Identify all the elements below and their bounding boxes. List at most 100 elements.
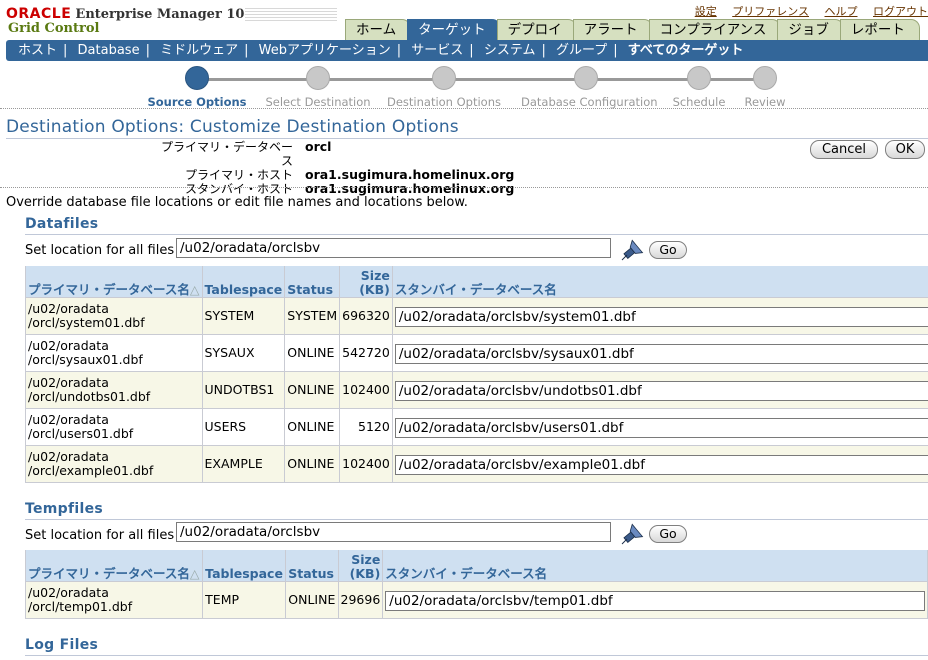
- wizard-train: Source Options Select Destination Destin…: [0, 66, 928, 109]
- preferences-link[interactable]: プリファレンス: [732, 5, 809, 18]
- info-value: orcl: [305, 139, 332, 154]
- column-header-tablespace: Tablespace: [202, 550, 287, 582]
- standby-path-cell: /u02/oradata/orclsbv/system01.dbf: [391, 296, 928, 335]
- status-cell: ONLINE: [285, 580, 339, 619]
- tablespace-cell: SYSTEM: [201, 296, 286, 335]
- train-step-label: Select Destination: [265, 95, 371, 109]
- tab-reports[interactable]: レポート: [839, 19, 920, 40]
- size-cell: 102400: [339, 444, 393, 483]
- info-label: プライマリ・データベース: [160, 140, 293, 168]
- subnav-middleware[interactable]: ミドルウェア: [160, 43, 238, 58]
- train-step-label: Database Configuration: [521, 95, 658, 109]
- train-step-dot: [432, 66, 456, 90]
- primary-file-path: /u02/oradata/orcl/sysaux01.dbf: [25, 333, 203, 372]
- info-value: ora1.sugimura.homelinux.org: [305, 167, 515, 182]
- status-cell: ONLINE: [284, 444, 341, 483]
- tab-jobs[interactable]: ジョブ: [777, 19, 844, 40]
- primary-file-path: /u02/oradata/orcl/system01.dbf: [25, 296, 203, 335]
- subnav-systems[interactable]: システム: [484, 43, 536, 58]
- table-row: /u02/oradata/orcl/system01.dbf SYSTEM SY…: [25, 296, 928, 335]
- settings-link[interactable]: 設定: [695, 5, 717, 18]
- section-underline: [25, 234, 928, 235]
- flashlight-search-icon[interactable]: [620, 239, 644, 263]
- subnav-services[interactable]: サービス: [411, 43, 463, 58]
- standby-path-input[interactable]: /u02/oradata/orclsbv/sysaux01.dbf: [394, 343, 928, 364]
- train-step-dot: [306, 66, 330, 90]
- tempfiles-heading: Tempfiles: [25, 501, 104, 517]
- datafiles-table: プライマリ・データベース名△ Tablespace Status Size (KB…: [25, 266, 928, 483]
- primary-file-path: /u02/oradata/orcl/example01.dbf: [25, 444, 203, 483]
- table-row: /u02/oradata/orcl/sysaux01.dbf SYSAUX ON…: [25, 333, 928, 372]
- column-header-status: Status: [285, 550, 339, 582]
- status-cell: ONLINE: [284, 333, 341, 372]
- column-header-primary-name[interactable]: プライマリ・データベース名△: [24, 550, 204, 582]
- main-tabs: ホーム ターゲット デプロイ アラート コンプライアンス ジョブ レポート: [345, 19, 920, 40]
- table-row: /u02/oradata/orcl/temp01.dbf TEMP ONLINE…: [24, 580, 928, 619]
- subnav-database[interactable]: Database: [78, 43, 140, 58]
- size-cell: 5120: [339, 407, 393, 446]
- subnav-all-targets[interactable]: すべてのターゲット: [628, 43, 744, 58]
- column-header-primary-name[interactable]: プライマリ・データベース名△: [25, 266, 203, 298]
- standby-path-input[interactable]: /u02/oradata/orclsbv/temp01.dbf: [385, 590, 926, 611]
- train-step-label: Source Options: [147, 95, 247, 109]
- global-links: 設定 プリファレンス ヘルプ ログアウト: [683, 3, 928, 19]
- standby-path-input[interactable]: /u02/oradata/orclsbv/example01.dbf: [394, 454, 928, 475]
- tempfiles-go-button[interactable]: Go: [649, 525, 687, 543]
- cancel-button[interactable]: Cancel: [810, 140, 878, 159]
- train-step-review: Review: [700, 66, 830, 109]
- subnav-groups[interactable]: グループ: [556, 43, 607, 58]
- subnav-web-applications[interactable]: Webアプリケーション: [259, 43, 391, 58]
- datafiles-heading: Datafiles: [25, 216, 99, 232]
- table-row: /u02/oradata/orcl/example01.dbf EXAMPLE …: [25, 444, 928, 483]
- standby-path-input[interactable]: /u02/oradata/orclsbv/users01.dbf: [394, 417, 928, 438]
- tablespace-cell: TEMP: [202, 580, 287, 619]
- info-value: ora1.sugimura.homelinux.org: [305, 181, 515, 196]
- subnav-hosts[interactable]: ホスト: [18, 43, 57, 58]
- size-cell: 102400: [339, 370, 393, 409]
- flashlight-search-icon[interactable]: [620, 523, 644, 547]
- info-label: スタンバイ・ホスト: [184, 182, 293, 196]
- train-step-label: Destination Options: [386, 95, 502, 109]
- size-cell: 542720: [339, 333, 393, 372]
- status-cell: SYSTEM: [284, 296, 341, 335]
- table-row: /u02/oradata/orcl/undotbs01.dbf UNDOTBS1…: [25, 370, 928, 409]
- tablespace-cell: SYSAUX: [201, 333, 286, 372]
- train-step-database-configuration: Database Configuration: [521, 66, 658, 109]
- tab-targets[interactable]: ターゲット: [407, 19, 501, 40]
- help-link[interactable]: ヘルプ: [825, 5, 858, 18]
- tab-compliance[interactable]: コンプライアンス: [648, 19, 782, 40]
- column-header-standby-name: スタンバイ・データベース名: [391, 266, 928, 298]
- ok-button[interactable]: OK: [885, 140, 925, 159]
- datafiles-set-location-label: Set location for all files: [25, 243, 175, 258]
- section-underline: [25, 655, 928, 656]
- datafiles-go-button[interactable]: Go: [649, 241, 687, 259]
- product-name: Enterprise Manager 10g: [75, 7, 254, 22]
- info-row-standby-host: スタンバイ・ホスト ora1.sugimura.homelinux.org: [150, 181, 515, 197]
- logout-link[interactable]: ログアウト: [873, 5, 928, 18]
- column-header-status: Status: [284, 266, 341, 298]
- standby-path-cell: /u02/oradata/orclsbv/temp01.dbf: [382, 580, 928, 619]
- tempfiles-location-input[interactable]: /u02/oradata/orclsbv: [176, 522, 611, 542]
- standby-path-cell: /u02/oradata/orclsbv/users01.dbf: [391, 407, 928, 446]
- standby-path-cell: /u02/oradata/orclsbv/sysaux01.dbf: [391, 333, 928, 372]
- info-row-primary-host: プライマリ・ホスト ora1.sugimura.homelinux.org: [150, 167, 515, 183]
- tab-deploy[interactable]: デプロイ: [496, 19, 577, 40]
- train-step-source-options[interactable]: Source Options: [132, 66, 262, 109]
- train-step-dot: [753, 66, 777, 90]
- title-underline: [6, 138, 928, 139]
- train-step-label: Review: [744, 95, 786, 109]
- tempfiles-set-location-label: Set location for all files: [25, 528, 175, 543]
- tab-alerts[interactable]: アラート: [572, 19, 653, 40]
- column-header-size: Size (KB): [339, 266, 393, 298]
- status-cell: ONLINE: [284, 407, 341, 446]
- brand-name: ORACLE: [6, 6, 72, 22]
- app-header: ORACLE Enterprise Manager 10g Grid Contr…: [0, 0, 928, 40]
- sub-navigation: ホスト | Database | ミドルウェア | Webアプリケーション | サービス…: [6, 40, 928, 61]
- standby-path-input[interactable]: /u02/oradata/orclsbv/undotbs01.dbf: [394, 380, 928, 401]
- standby-path-input[interactable]: /u02/oradata/orclsbv/system01.dbf: [394, 306, 928, 327]
- datafiles-location-input[interactable]: /u02/oradata/orclsbv: [176, 238, 611, 258]
- size-cell: 696320: [339, 296, 393, 335]
- tab-home[interactable]: ホーム: [345, 19, 412, 40]
- tempfiles-table: プライマリ・データベース名△ Tablespace Status Size (KB…: [24, 550, 928, 619]
- primary-file-path: /u02/oradata/orcl/temp01.dbf: [24, 580, 204, 619]
